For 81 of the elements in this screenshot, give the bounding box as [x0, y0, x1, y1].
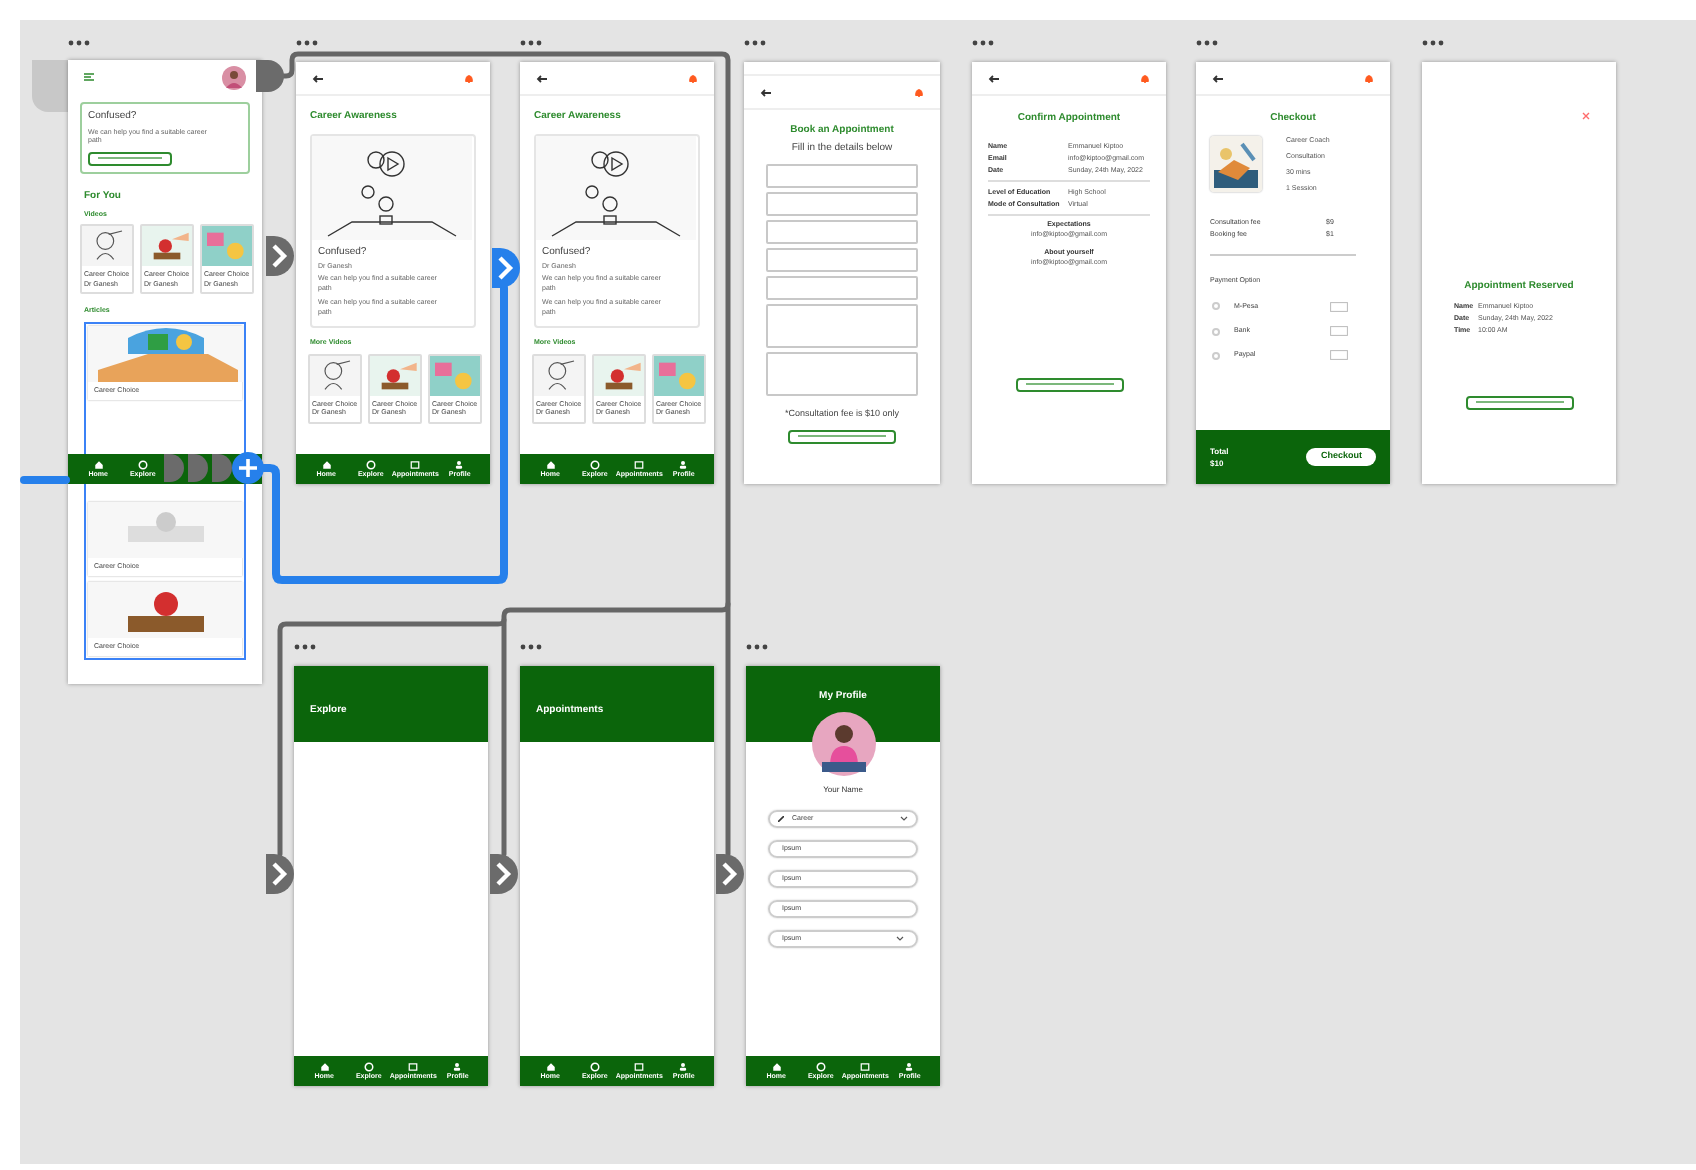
compass-icon	[589, 459, 600, 470]
back-icon[interactable]	[988, 73, 1000, 83]
more-icon[interactable]	[294, 644, 316, 650]
back-icon[interactable]	[536, 73, 548, 83]
input-field[interactable]	[766, 192, 918, 216]
label-placeholder-icon	[798, 434, 886, 439]
more-icon[interactable]	[296, 40, 318, 46]
bell-icon[interactable]	[464, 73, 474, 83]
outline-button[interactable]	[1465, 395, 1573, 409]
illustration	[310, 355, 360, 395]
flow-handle[interactable]	[266, 236, 294, 276]
input-field[interactable]	[766, 276, 918, 300]
close-icon[interactable]	[1582, 112, 1590, 120]
connector-node[interactable]	[188, 454, 208, 482]
artboard-edge	[32, 60, 68, 112]
home-icon	[319, 1061, 330, 1072]
home-icon	[93, 459, 104, 470]
add-button[interactable]	[232, 452, 264, 484]
more-icon[interactable]	[744, 40, 766, 46]
calendar-icon	[410, 459, 421, 470]
more-icon[interactable]	[1196, 40, 1218, 46]
radio-button[interactable]	[1212, 351, 1220, 360]
menu-icon[interactable]	[84, 72, 94, 82]
input-field[interactable]	[766, 248, 918, 272]
illustration	[202, 226, 252, 267]
home-icon	[321, 459, 332, 470]
calendar-icon	[634, 459, 645, 470]
more-icon[interactable]	[746, 644, 768, 650]
avatar[interactable]	[222, 65, 246, 89]
bell-icon[interactable]	[1364, 73, 1374, 83]
compass-icon	[815, 1061, 826, 1072]
illustration	[654, 355, 704, 395]
input-field[interactable]	[766, 164, 918, 188]
back-icon[interactable]	[760, 87, 772, 97]
calendar-icon	[860, 1061, 871, 1072]
home-icon	[771, 1061, 782, 1072]
more-icon[interactable]	[520, 40, 542, 46]
illustration	[142, 226, 192, 267]
chevron-down-icon	[900, 816, 908, 822]
illustration	[82, 226, 132, 267]
more-icon[interactable]	[68, 40, 90, 46]
input-field[interactable]	[766, 220, 918, 244]
compass-icon	[363, 1061, 374, 1072]
outline-button[interactable]	[88, 151, 172, 165]
flow-handle[interactable]	[492, 248, 520, 288]
outline-button[interactable]	[788, 429, 896, 444]
home-icon	[545, 1061, 556, 1072]
compass-icon	[365, 459, 376, 470]
person-icon	[904, 1061, 915, 1072]
compass-icon	[589, 1061, 600, 1072]
calendar-icon	[408, 1061, 419, 1072]
radio-button[interactable]	[1212, 302, 1220, 311]
home-icon	[545, 459, 556, 470]
bell-icon[interactable]	[914, 87, 924, 97]
person-icon	[678, 459, 689, 470]
flow-handle[interactable]	[490, 854, 518, 894]
illustration	[534, 355, 584, 395]
radio-button[interactable]	[1212, 327, 1220, 336]
bell-icon[interactable]	[688, 73, 698, 83]
outline-button[interactable]	[1015, 377, 1123, 391]
back-icon[interactable]	[312, 73, 324, 83]
connector-node[interactable]	[212, 454, 232, 482]
calendar-icon	[634, 1061, 645, 1072]
person-icon	[678, 1061, 689, 1072]
more-icon[interactable]	[520, 644, 542, 650]
illustration	[594, 355, 644, 395]
compass-icon	[137, 459, 148, 470]
flow-handle[interactable]	[266, 854, 294, 894]
pencil-icon	[778, 816, 784, 822]
more-icon[interactable]	[972, 40, 994, 46]
back-icon[interactable]	[1212, 73, 1224, 83]
illustration	[430, 355, 480, 395]
flow-handle[interactable]	[716, 854, 744, 894]
bell-icon[interactable]	[1140, 73, 1150, 83]
connector-wire	[18, 474, 72, 486]
more-icon[interactable]	[1422, 40, 1444, 46]
connector-node[interactable]	[164, 454, 184, 482]
person-icon	[454, 459, 465, 470]
chevron-down-icon	[896, 936, 904, 942]
person-icon	[452, 1061, 463, 1072]
illustration	[370, 355, 420, 395]
